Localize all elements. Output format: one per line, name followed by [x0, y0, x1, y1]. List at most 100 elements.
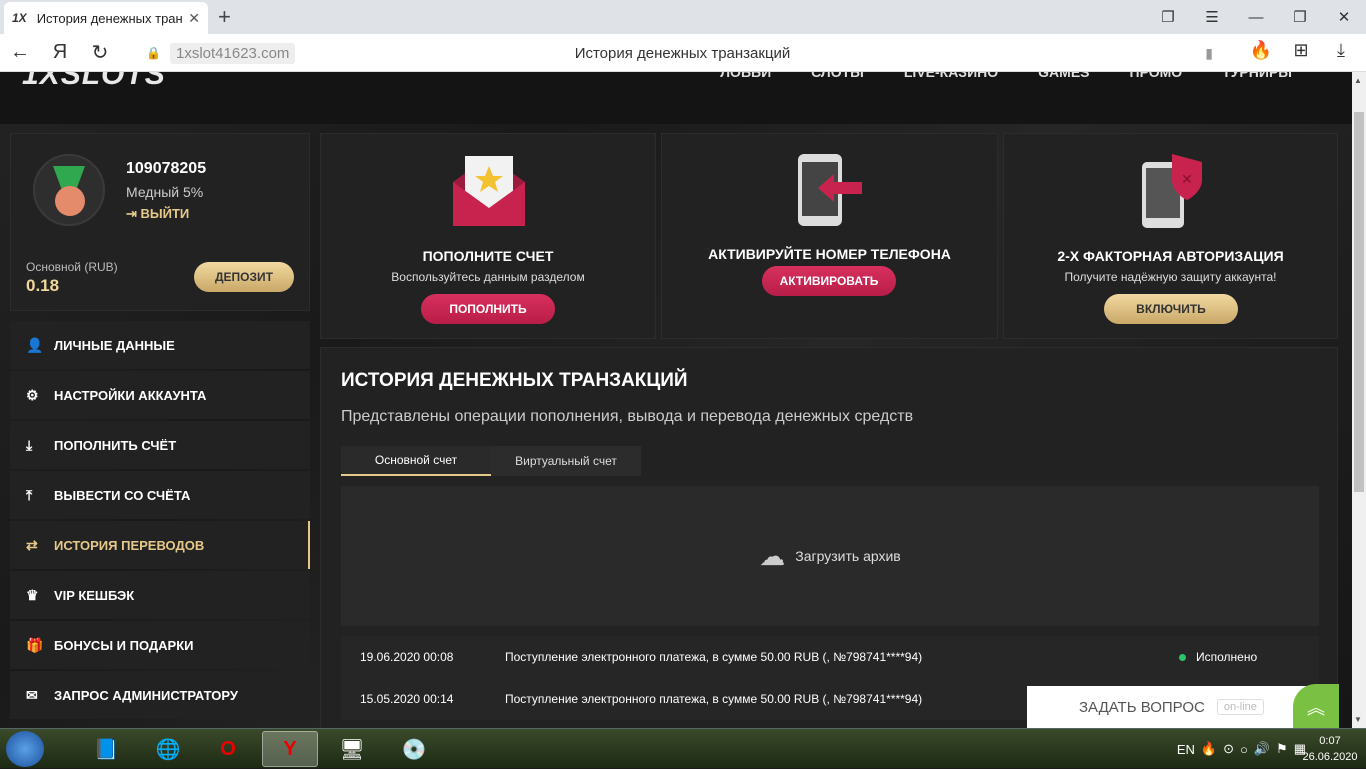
deposit-card-title: ПОПОЛНИТЕ СЧЕТ [422, 248, 554, 264]
menu-item-transfer-history[interactable]: ⇄ ИСТОРИЯ ПЕРЕВОДОВ [10, 521, 310, 569]
yandex-icon[interactable]: Я [40, 41, 80, 64]
phone-card: АКТИВИРУЙТЕ НОМЕР ТЕЛЕФОНА АКТИВИРОВАТЬ [661, 133, 998, 339]
tray-app-icon[interactable]: ⊙ [1223, 741, 1234, 757]
logout-label: ВЫЙТИ [140, 206, 190, 221]
online-badge: on-line [1216, 699, 1264, 715]
status-dot-icon [1179, 654, 1186, 661]
url-domain: 1xslot41623.com [170, 42, 296, 64]
menu-item-label: ЛИЧНЫЕ ДАННЫЕ [54, 337, 175, 353]
nav-tournaments[interactable]: ТУРНИРЫ [1202, 72, 1312, 80]
menu-item-label: ИСТОРИЯ ПЕРЕВОДОВ [54, 537, 205, 553]
language-indicator[interactable]: EN [1177, 742, 1195, 757]
tray-opera-icon[interactable]: ○ [1240, 742, 1248, 757]
menu-item-label: БОНУСЫ И ПОДАРКИ [54, 637, 194, 653]
row-text: Поступление электронного платежа, в сумм… [505, 650, 923, 664]
svg-text:✕: ✕ [1181, 172, 1193, 188]
phone-card-title: АКТИВИРУЙТЕ НОМЕР ТЕЛЕФОНА [708, 246, 951, 262]
nav-lobby[interactable]: ЛОББИ [700, 72, 791, 80]
menu-item-withdraw[interactable]: ⤒ ВЫВЕСТИ СО СЧЁТА [10, 471, 310, 519]
account-menu: 👤 ЛИЧНЫЕ ДАННЫЕ ⚙ НАСТРОЙКИ АККАУНТА ⤓ ПОПО… [10, 321, 310, 721]
downloads-icon[interactable]: ⤓ [1328, 40, 1354, 61]
download-archive[interactable]: ☁ Загрузить архив [341, 486, 1319, 626]
url-field[interactable]: 🔒 1xslot41623.com История денежных транз… [140, 39, 1225, 67]
menu-item-bonuses[interactable]: 🎁 БОНУСЫ И ПОДАРКИ [10, 621, 310, 669]
tab-virtual-account[interactable]: Виртуальный счет [491, 446, 641, 476]
user-rank: Медный 5% [126, 184, 204, 200]
flag-icon[interactable]: ⚑ [1276, 741, 1288, 757]
download-icon: ⤓ [26, 436, 33, 453]
close-tab-icon[interactable]: ✕ [188, 10, 200, 27]
extension-fire-icon[interactable]: 🔥 [1248, 40, 1274, 61]
nav-slots[interactable]: СЛОТЫ [791, 72, 884, 80]
row-status: Исполнено [1179, 650, 1319, 664]
profile-panel: 109078205 Медный 5% ⇥ ВЫЙТИ Основной (RU… [10, 133, 310, 311]
deposit-button[interactable]: ДЕПОЗИТ [194, 262, 294, 292]
menu-icon[interactable]: ☰ [1190, 8, 1234, 26]
taskbar-chrome-icon[interactable]: 🌐 [140, 731, 196, 767]
site-logo[interactable]: 1XSLOTS [22, 72, 166, 92]
taskbar-computer-icon[interactable]: 🖥 [324, 731, 380, 767]
archive-label: Загрузить архив [795, 548, 901, 564]
main-nav: ЛОББИ СЛОТЫ LIVE-КАЗИНО GAMES ПРОМО ТУРН… [700, 72, 1312, 80]
balance-value: 0.18 [26, 276, 60, 295]
taskbar-opera-icon[interactable]: O [200, 731, 256, 767]
windows-taskbar: 📘 🌐 O Y 🖥 💿 EN 🔥 ⊙ ○ 🔊 ⚑ ▦ 0:07 26.06.20… [0, 728, 1366, 768]
extension-translate-icon[interactable]: ⊞ [1288, 40, 1314, 61]
menu-item-account-settings[interactable]: ⚙ НАСТРОЙКИ АККАУНТА [10, 371, 310, 419]
menu-item-personal-data[interactable]: 👤 ЛИЧНЫЕ ДАННЫЕ [10, 321, 310, 369]
chevron-up-icon[interactable]: ︽ [1293, 684, 1339, 730]
menu-item-label: ЗАПРОС АДМИНИСТРАТОРУ [54, 687, 238, 703]
transaction-history: ИСТОРИЯ ДЕНЕЖНЫХ ТРАНЗАКЦИЙ Представлены… [320, 347, 1338, 728]
scroll-up-icon[interactable]: ▲ [1354, 76, 1362, 85]
nav-games[interactable]: GAMES [1018, 72, 1109, 80]
reload-icon[interactable]: ↻ [80, 40, 120, 65]
restore-icon[interactable]: ❐ [1278, 8, 1322, 26]
clock[interactable]: 0:07 26.06.2020 [1302, 733, 1358, 765]
minimize-icon[interactable]: — [1234, 9, 1278, 26]
bookmarks-panel-icon[interactable]: ❐ [1146, 8, 1190, 26]
nav-promo[interactable]: ПРОМО [1110, 72, 1203, 80]
page-scrollbar[interactable]: ▲ ▼ [1352, 72, 1366, 728]
user-plus-icon: 👤 [26, 336, 44, 353]
menu-item-vip-cashback[interactable]: ♛ VIP КЕШБЭК [10, 571, 310, 619]
browser-tab[interactable]: 1X История денежных тран ✕ [4, 2, 208, 34]
close-window-icon[interactable]: ✕ [1322, 8, 1366, 26]
window-controls: ❐ ☰ — ❐ ✕ [1146, 0, 1366, 34]
volume-icon[interactable]: 🔊 [1254, 741, 1270, 757]
clock-date: 26.06.2020 [1302, 751, 1358, 763]
url-page-title: История денежных транзакций [574, 44, 791, 62]
crown-icon: ♛ [26, 586, 39, 603]
history-subtitle: Представлены операции пополнения, вывода… [341, 408, 914, 425]
gift-icon: 🎁 [26, 636, 44, 653]
scroll-down-icon[interactable]: ▼ [1354, 715, 1362, 724]
new-tab-button[interactable]: + [218, 4, 231, 30]
activate-button[interactable]: АКТИВИРОВАТЬ [762, 266, 896, 296]
enable-button[interactable]: ВКЛЮЧИТЬ [1104, 294, 1238, 324]
browser-tabbar: 1X История денежных тран ✕ + ❐ ☰ — ❐ ✕ [0, 0, 1366, 34]
ask-question-widget[interactable]: ЗАДАТЬ ВОПРОС on-line ︽ [1027, 684, 1339, 730]
logout-link[interactable]: ⇥ ВЫЙТИ [126, 206, 189, 222]
row-status-label: Исполнено [1196, 650, 1258, 664]
nav-live-casino[interactable]: LIVE-КАЗИНО [884, 72, 1018, 80]
replenish-button[interactable]: ПОПОЛНИТЬ [421, 294, 555, 324]
tab-main-account[interactable]: Основной счет [341, 446, 491, 476]
logout-icon: ⇥ [126, 206, 141, 221]
menu-item-deposit[interactable]: ⤓ ПОПОЛНИТЬ СЧЁТ [10, 421, 310, 469]
taskbar-app-icon[interactable]: 💿 [386, 731, 442, 767]
start-button[interactable] [6, 731, 44, 767]
tray-fire-icon[interactable]: 🔥 [1201, 741, 1217, 757]
shield-phone-icon: ✕ [1142, 154, 1202, 228]
taskbar-yandex-icon[interactable]: Y [262, 731, 318, 767]
twofa-card-title: 2-Х ФАКТОРНАЯ АВТОРИЗАЦИЯ [1057, 248, 1284, 264]
scroll-thumb[interactable] [1354, 112, 1364, 492]
user-id: 109078205 [126, 160, 207, 177]
table-row: 19.06.2020 00:08 Поступление электронног… [341, 636, 1319, 678]
menu-item-admin-request[interactable]: ✉ ЗАПРОС АДМИНИСТРАТОРУ [10, 671, 310, 719]
account-tabs: Основной счет Виртуальный счет [341, 446, 641, 476]
taskbar-app-notes-icon[interactable]: 📘 [78, 731, 134, 767]
bookmark-icon[interactable]: ▮ [1205, 45, 1213, 62]
menu-item-label: НАСТРОЙКИ АККАУНТА [54, 387, 207, 403]
back-icon[interactable]: ← [0, 41, 40, 64]
history-title: ИСТОРИЯ ДЕНЕЖНЫХ ТРАНЗАКЦИЙ [341, 370, 688, 391]
envelope-icon: ✉ [26, 686, 38, 703]
